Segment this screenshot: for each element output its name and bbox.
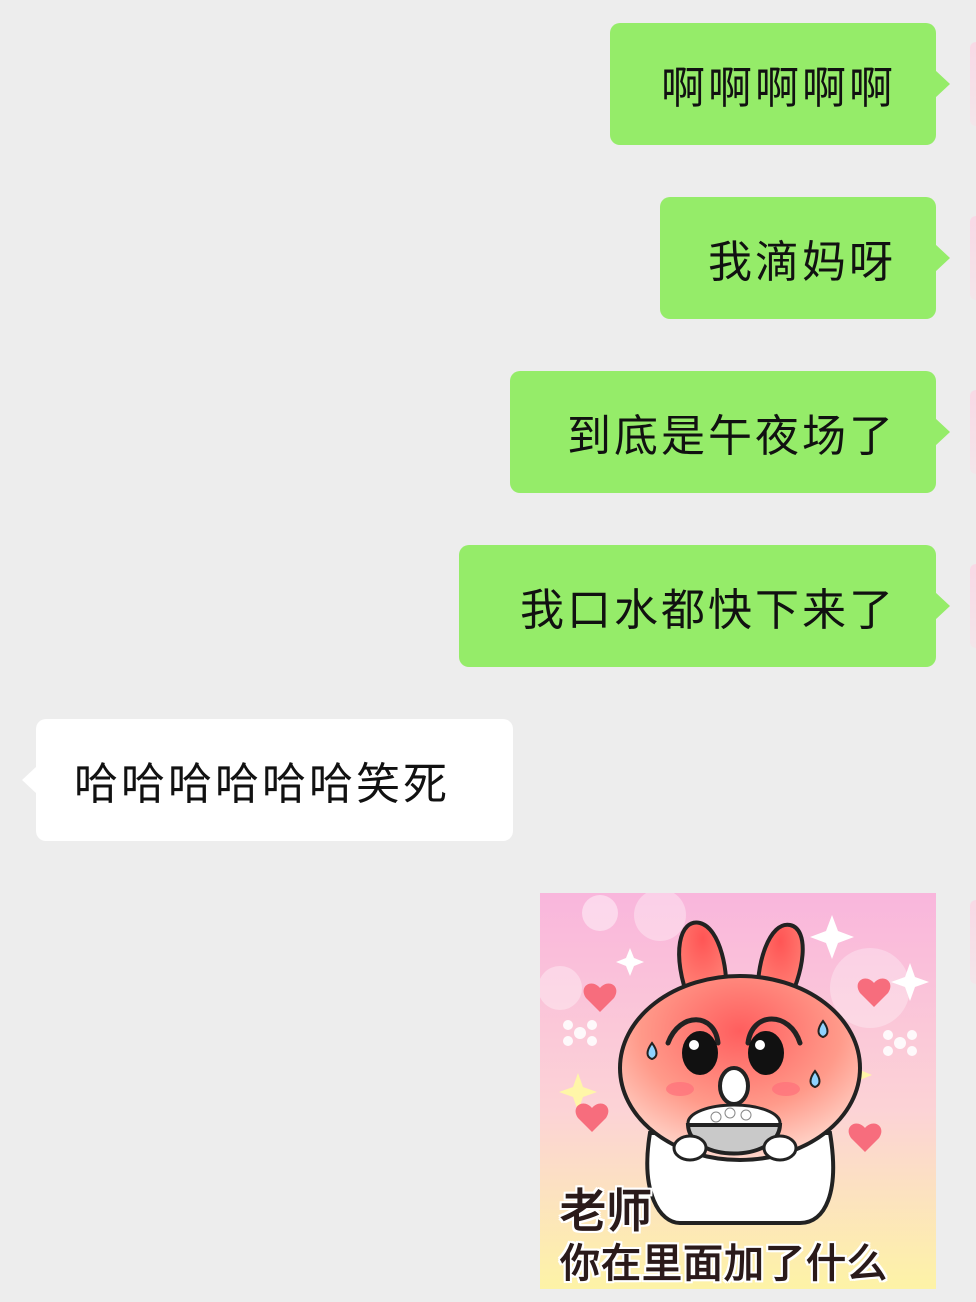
my-avatar[interactable] [970,42,976,126]
message-bubble-sent[interactable]: 啊啊啊啊啊 [610,23,950,145]
message-bubble-received[interactable]: 哈哈哈哈哈哈笑死 [22,719,513,841]
sticker-message[interactable]: 老师 你在里面加了什么 [540,893,936,1289]
message-text: 啊啊啊啊啊 [661,63,896,114]
message-bubble-sent[interactable]: 我口水都快下来了 [459,545,950,667]
message-bubble-sent[interactable]: 到底是午夜场了 [510,371,950,493]
message-text: 哈哈哈哈哈哈笑死 [74,759,450,810]
my-avatar[interactable] [970,390,976,474]
message-text: 到底是午夜场了 [567,411,896,462]
my-avatar[interactable] [970,900,976,984]
message-text: 我滴妈呀 [708,237,896,288]
my-avatar[interactable] [970,216,976,300]
message-text: 我口水都快下来了 [520,585,896,636]
chat-area: 啊啊啊啊啊 我滴妈呀 到底是午夜场了 我口水都快下来了 哈哈哈哈哈哈笑死 老师 … [0,0,976,1302]
message-bubble-sent[interactable]: 我滴妈呀 [660,197,950,319]
my-avatar[interactable] [970,564,976,648]
sticker-caption-line2: 你在里面加了什么 [560,1241,888,1287]
